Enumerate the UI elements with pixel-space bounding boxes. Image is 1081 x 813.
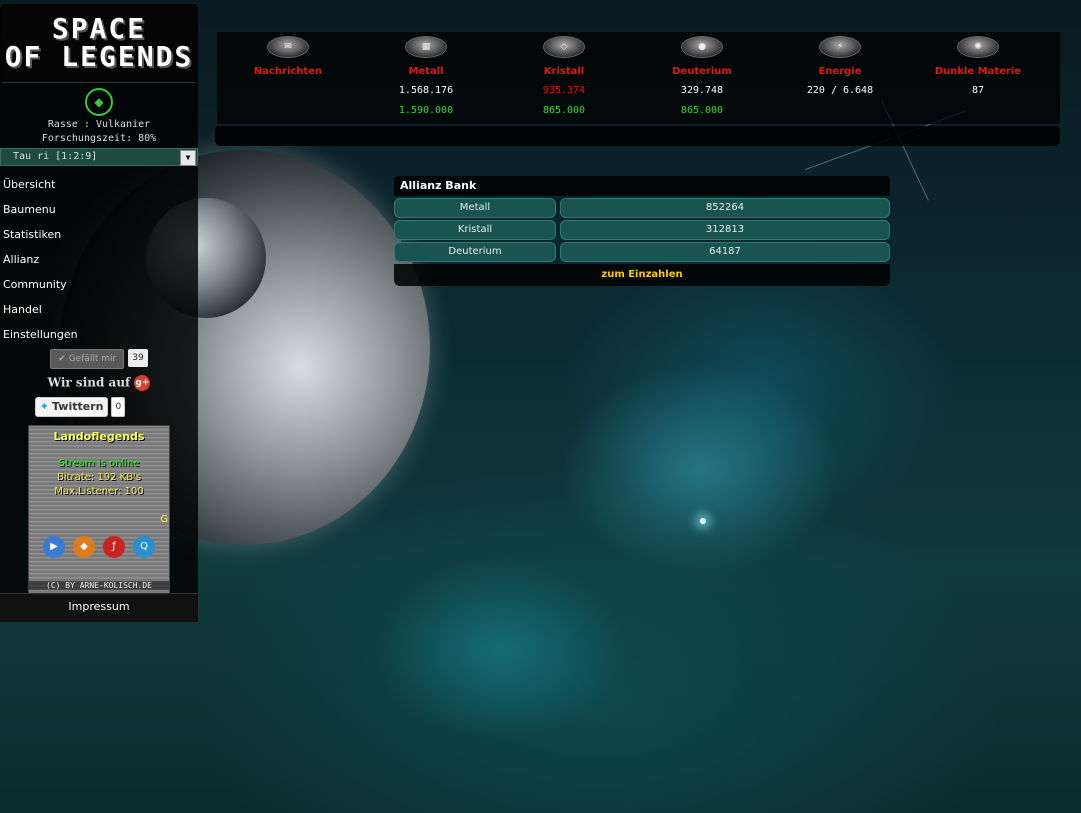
main-nav: Übersicht Baumenu Statistiken Allianz Co…	[0, 172, 198, 347]
resource-messages[interactable]: ✉ Nachrichten	[219, 32, 357, 77]
nav-item-statistiken[interactable]: Statistiken	[0, 222, 198, 247]
twitter-button-label: Twittern	[52, 400, 104, 413]
crystal-icon: ◇	[543, 36, 585, 58]
bank-row-value: 312813	[560, 220, 890, 240]
resource-name: Deuterium	[672, 66, 732, 77]
nav-item-allianz[interactable]: Allianz	[0, 247, 198, 272]
resource-name: Metall	[408, 66, 444, 77]
sidebar: SPACE OF LEGENDS ◆ Rasse : Vulkanier For…	[0, 4, 198, 622]
resource-name: Kristall	[543, 66, 585, 77]
twitter-widget: ✦ Twittern 0	[0, 397, 198, 417]
nav-item-baumenu[interactable]: Baumenu	[0, 197, 198, 222]
resource-capacity: 865.000	[542, 105, 586, 116]
radio-title: Landoflegends	[53, 430, 145, 443]
metal-icon: ▦	[405, 36, 447, 58]
nav-item-community[interactable]: Community	[0, 272, 198, 297]
resource-name: Energie	[818, 66, 862, 77]
planet-select-value: Tau ri [1:2:9]	[13, 151, 98, 162]
resource-capacity: 1.590.000	[398, 105, 454, 116]
deuterium-icon: ●	[681, 36, 723, 58]
twitter-count: 0	[111, 397, 126, 417]
radio-side-text: G	[160, 514, 168, 525]
logo-line-1: SPACE	[51, 12, 147, 45]
resource-capacity: 865.000	[680, 105, 724, 116]
radio-bitrate: Bitrate: 192 KB's	[56, 472, 142, 483]
google-plus-text: Wir sind auf	[47, 375, 131, 390]
resource-value: 1.568.176	[398, 85, 454, 96]
nav-item-einstellungen[interactable]: Einstellungen	[0, 322, 198, 347]
resource-value: 220 / 6.648	[806, 85, 874, 96]
impressum-link[interactable]: Impressum	[0, 593, 198, 622]
game-logo[interactable]: SPACE OF LEGENDS	[2, 4, 196, 83]
google-plus-icon[interactable]: g+	[134, 375, 151, 391]
twitter-button[interactable]: ✦ Twittern	[34, 397, 109, 417]
race-label: Rasse : Vulkanier	[47, 119, 151, 130]
nav-item-handel[interactable]: Handel	[0, 297, 198, 322]
deposit-link[interactable]: zum Einzahlen	[394, 264, 890, 286]
research-time-label: Forschungszeit: 80%	[41, 133, 157, 144]
resource-name[interactable]: Nachrichten	[219, 66, 357, 77]
resource-value: 935.374	[542, 85, 586, 96]
energy-icon: ⚡	[819, 36, 861, 58]
resource-dark-matter: ✺ Dunkle Materie 87	[909, 32, 1047, 97]
bank-row-label: Kristall	[394, 220, 556, 240]
player-links: ▶ ◆ ƒ Q	[43, 536, 155, 558]
like-button-label: Gefällt mir	[68, 354, 117, 364]
radio-status: Stream is online	[58, 458, 140, 469]
bank-row: Metall 852264	[394, 198, 890, 218]
bank-row: Deuterium 64187	[394, 242, 890, 262]
radio-copyright: (C) BY ARNE-KOLISCH.DE	[29, 581, 169, 590]
bank-title: Allianz Bank	[394, 176, 890, 196]
flash-player-icon[interactable]: ƒ	[103, 536, 125, 558]
resource-bar: ✉ Nachrichten ▦ Metall 1.568.176 1.590.0…	[217, 32, 1060, 124]
planet-select[interactable]: Tau ri [1:2:9] ▼	[0, 148, 198, 166]
windows-media-player-icon[interactable]: ▶	[43, 536, 65, 558]
resource-value: 329.748	[680, 85, 724, 96]
like-widget: ✔ Gefällt mir 39	[0, 349, 198, 369]
bank-row-value: 852264	[560, 198, 890, 218]
radio-listeners: Max.Listener: 100	[54, 486, 144, 497]
resource-crystal: ◇ Kristall 935.374 865.000	[495, 32, 633, 117]
resource-bar-footer	[215, 126, 1060, 146]
race-emblem-icon: ◆	[85, 88, 113, 116]
like-button[interactable]: ✔ Gefällt mir	[50, 349, 125, 369]
dark-matter-icon: ✺	[957, 36, 999, 58]
winamp-icon[interactable]: ◆	[73, 536, 95, 558]
quicktime-icon[interactable]: Q	[133, 536, 155, 558]
resource-energy: ⚡ Energie 220 / 6.648	[771, 32, 909, 97]
messages-icon[interactable]: ✉	[267, 36, 309, 58]
bank-row-label: Metall	[394, 198, 556, 218]
bank-row-label: Deuterium	[394, 242, 556, 262]
background-star	[700, 518, 706, 524]
twitter-bird-icon: ✦	[39, 400, 49, 413]
resource-name: Dunkle Materie	[934, 66, 1022, 77]
like-count: 39	[128, 349, 148, 367]
bank-row-value: 64187	[560, 242, 890, 262]
resource-value: 87	[971, 85, 985, 96]
resource-deuterium: ● Deuterium 329.748 865.000	[633, 32, 771, 117]
nav-item-uebersicht[interactable]: Übersicht	[0, 172, 198, 197]
logo-line-2: OF LEGENDS	[4, 40, 194, 73]
bank-row: Kristall 312813	[394, 220, 890, 240]
radio-stream-widget[interactable]: Landoflegends Stream is online Bitrate: …	[28, 425, 170, 597]
resource-metal: ▦ Metall 1.568.176 1.590.000	[357, 32, 495, 117]
google-plus-widget[interactable]: Wir sind auf g+	[0, 375, 198, 391]
alliance-bank-panel: Allianz Bank Metall 852264 Kristall 3128…	[394, 176, 890, 286]
chevron-down-icon[interactable]: ▼	[180, 150, 196, 166]
